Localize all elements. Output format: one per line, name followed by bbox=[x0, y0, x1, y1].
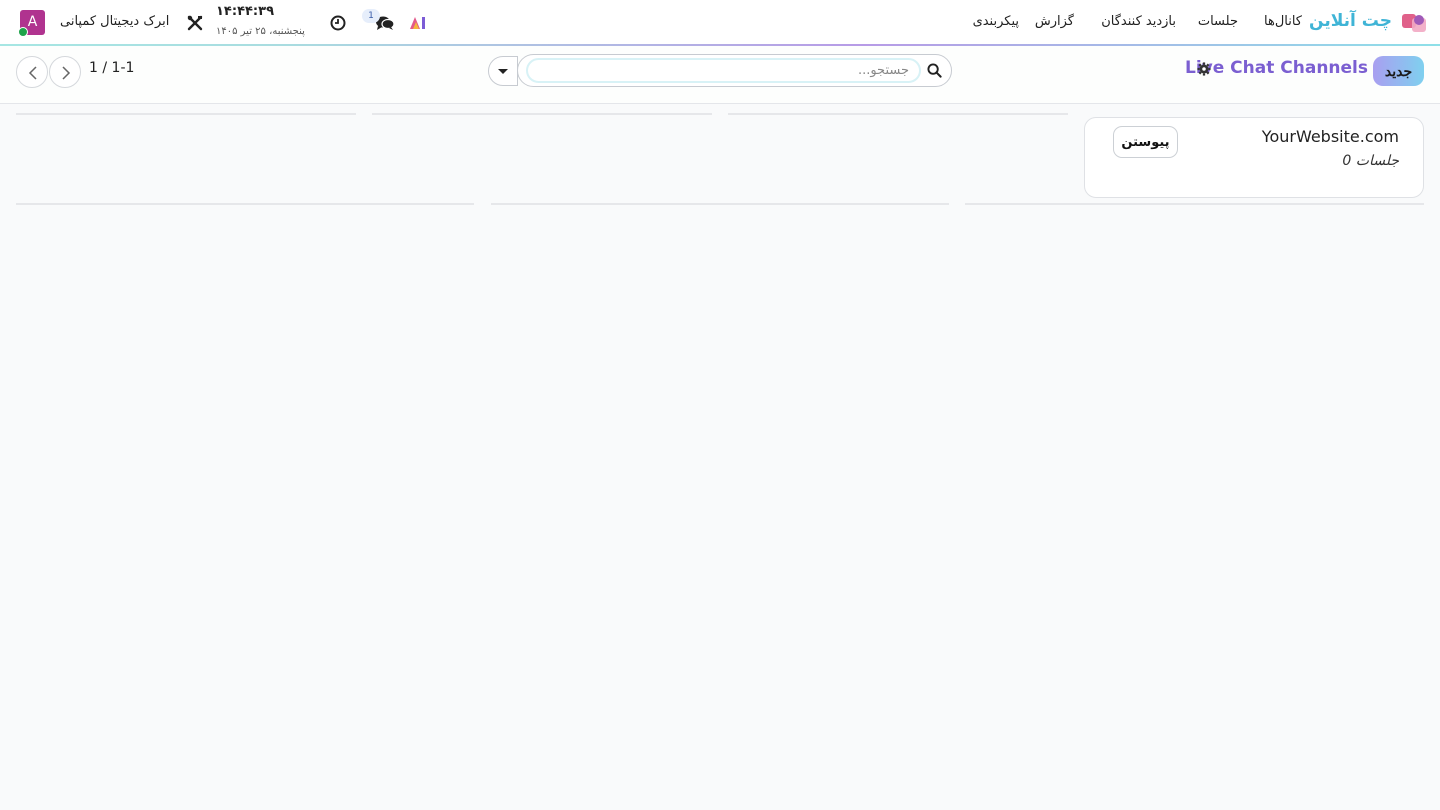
pager-next-button[interactable] bbox=[49, 56, 81, 88]
channel-sessions: 0 جلسات bbox=[1342, 153, 1399, 169]
ghost-card-placeholder bbox=[16, 203, 474, 205]
chevron-right-icon bbox=[62, 66, 71, 80]
app-logo-icon[interactable] bbox=[1402, 12, 1426, 34]
presence-indicator bbox=[18, 27, 28, 37]
ghost-card-placeholder bbox=[491, 203, 949, 205]
search-icon[interactable] bbox=[927, 63, 942, 78]
channel-card[interactable]: YourWebsite.com 0 جلسات پیوستن bbox=[1084, 117, 1424, 198]
search-box bbox=[517, 54, 952, 87]
tools-icon[interactable] bbox=[185, 12, 205, 34]
company-switcher[interactable]: ابرک دیجیتال کمپانی bbox=[60, 14, 169, 29]
pager-total: 1 / bbox=[89, 60, 108, 76]
app-name[interactable]: چت آنلاین bbox=[1309, 11, 1392, 31]
caret-down-icon bbox=[498, 69, 508, 74]
top-navbar: چت آنلاین کانال‌ها جلسات بازدید کنندگان … bbox=[0, 0, 1440, 46]
pager-previous-button[interactable] bbox=[16, 56, 48, 88]
menu-sessions[interactable]: جلسات bbox=[1198, 14, 1238, 29]
ghost-card-placeholder bbox=[965, 203, 1424, 205]
channel-name: YourWebsite.com bbox=[1261, 127, 1399, 146]
chevron-left-icon bbox=[28, 66, 37, 80]
pager-value[interactable]: 1-1 bbox=[112, 60, 135, 76]
menu-visitors[interactable]: بازدید کنندگان bbox=[1101, 14, 1176, 29]
menu-report[interactable]: گزارش bbox=[1035, 14, 1074, 29]
ai-icon[interactable] bbox=[408, 12, 428, 34]
ghost-card-placeholder bbox=[728, 113, 1068, 115]
clock-date: پنجشنبه، ۲۵ تیر ۱۴۰۵ bbox=[216, 26, 305, 37]
new-button[interactable]: جدید bbox=[1373, 56, 1424, 86]
search-input[interactable] bbox=[526, 58, 921, 83]
activity-clock-icon[interactable] bbox=[328, 12, 348, 34]
control-panel: جدید Live Chat Channels 1 / 1-1 bbox=[0, 46, 1440, 104]
ghost-card-placeholder bbox=[16, 113, 356, 115]
breadcrumb: Live Chat Channels bbox=[1184, 58, 1368, 78]
join-button[interactable]: پیوستن bbox=[1113, 126, 1178, 158]
pager-range[interactable]: 1 / 1-1 bbox=[89, 60, 134, 76]
chat-count-badge: 1 bbox=[362, 9, 380, 23]
gear-icon[interactable] bbox=[1197, 62, 1211, 76]
menu-channels[interactable]: کانال‌ها bbox=[1264, 14, 1302, 29]
search-options-toggle[interactable] bbox=[488, 56, 518, 86]
menu-configuration[interactable]: پیکربندی bbox=[973, 14, 1019, 29]
clock-time: ۱۴:۴۴:۳۹ bbox=[216, 4, 275, 19]
ghost-card-placeholder bbox=[372, 113, 712, 115]
